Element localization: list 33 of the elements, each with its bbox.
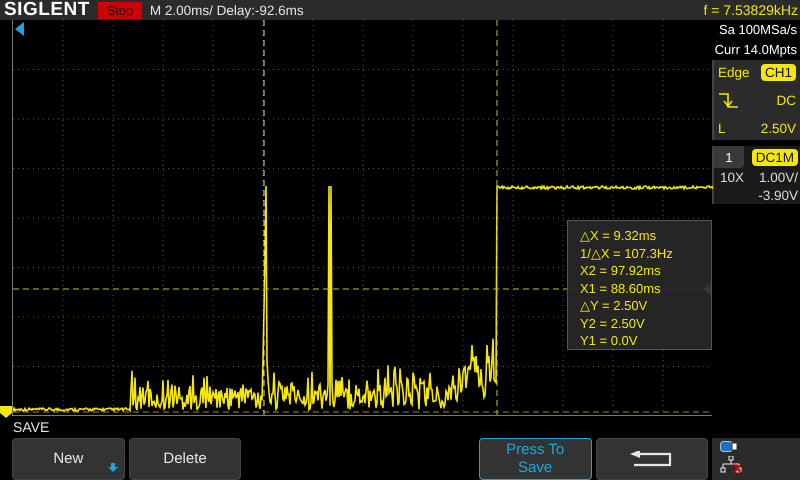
run-state: Stop xyxy=(98,2,142,18)
usb-drive-icon xyxy=(720,441,738,452)
cursor-reading: 1/△X = 107.3Hz xyxy=(580,244,674,262)
menu-button[interactable]: New xyxy=(12,438,125,480)
menu-title: SAVE xyxy=(12,418,50,437)
cursor-reading: Y1 = 0.0V xyxy=(580,332,638,350)
menu-button[interactable]: Press To Save xyxy=(478,438,592,480)
vertical-offset: -3.90V xyxy=(758,188,799,202)
trigger-coupling: DC xyxy=(776,93,796,108)
cursor-reading: X1 = 88.60ms xyxy=(580,280,662,297)
trigger-position-marker-icon xyxy=(15,22,24,36)
brand-logo: SIGLENT xyxy=(4,0,90,20)
cursor-reading: Y2 = 2.50V xyxy=(580,314,646,332)
network-disconnected-icon xyxy=(720,456,742,474)
cursor-reading: △X = 9.32ms xyxy=(580,227,658,244)
trigger-level: 2.50V xyxy=(760,120,796,136)
cursor-reading: X2 = 97.92ms xyxy=(580,262,662,280)
probe-ratio: 10X xyxy=(719,170,744,184)
timebase-readout: M 2.00ms/ Delay:-92.6ms xyxy=(150,2,304,18)
trigger-type: Edge xyxy=(718,65,751,80)
falling-edge-icon xyxy=(718,92,740,110)
channel-impedance: DC1M xyxy=(752,148,798,166)
frequency-readout: f = 7.53829kHz xyxy=(703,2,799,18)
memory-depth: Curr 14.0Mpts xyxy=(714,41,798,59)
trigger-level-label: L xyxy=(718,120,727,136)
cursor-reading: △Y = 2.50V xyxy=(580,297,648,314)
menu-button[interactable]: Delete xyxy=(128,438,242,480)
vertical-scale: 1.00V/ xyxy=(758,170,799,184)
return-arrow-icon xyxy=(630,451,674,467)
channel-tab[interactable]: 1 xyxy=(714,146,744,168)
back-button[interactable] xyxy=(596,438,708,480)
sample-rate: Sa 100MSa/s xyxy=(718,21,798,39)
trigger-source: CH1 xyxy=(760,64,796,82)
